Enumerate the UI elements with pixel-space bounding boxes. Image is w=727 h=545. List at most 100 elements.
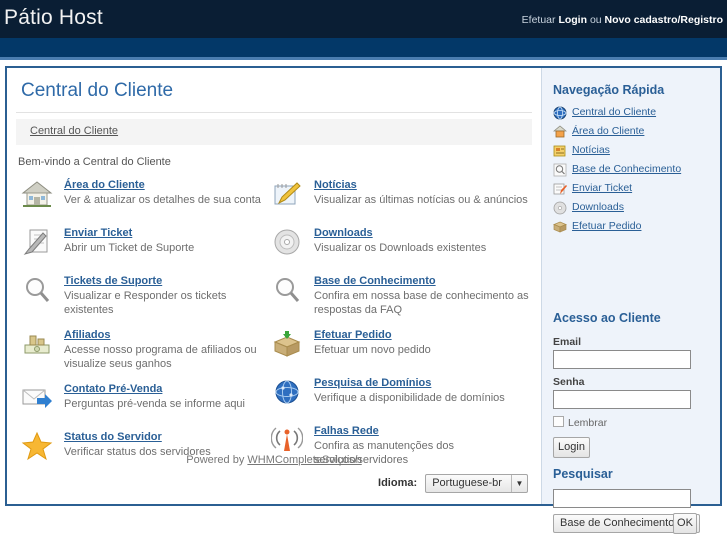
language-select-value: Portuguese-br — [432, 477, 502, 489]
top-header-bar: Pátio Host Efetuar Login ou Novo cadastr… — [0, 0, 727, 38]
sidebar: Navegação Rápida Central do Cliente Área… — [541, 68, 720, 534]
list-item-title[interactable]: Afiliados — [64, 328, 271, 342]
password-field[interactable] — [553, 390, 691, 409]
list-item-desc: Visualizar e Responder os tickets existe… — [64, 290, 227, 316]
globe-icon — [271, 377, 305, 409]
breadcrumb-item-home[interactable]: Central do Cliente — [30, 125, 118, 137]
sidebar-item-efetuar-pedido[interactable]: Efetuar Pedido — [553, 218, 713, 237]
sidebar-item-label[interactable]: Efetuar Pedido — [572, 220, 641, 232]
page-title: Central do Cliente — [21, 80, 174, 101]
list-item[interactable]: Contato Pré-Venda Perguntas pré-venda se… — [21, 382, 271, 419]
password-label: Senha — [553, 376, 585, 388]
pencil-paper-icon — [21, 227, 55, 259]
service-list-left: Área do Cliente Ver & atualizar os detal… — [21, 178, 271, 478]
language-label: Idioma: — [378, 477, 418, 490]
site-brand: Pátio Host — [4, 6, 103, 29]
list-item-desc: Acesse nosso programa de afiliados ou vi… — [64, 344, 257, 370]
auth-prefix-label: Efetuar — [521, 14, 556, 26]
list-item-title[interactable]: Notícias — [314, 178, 529, 192]
sidebar-item-label[interactable]: Enviar Ticket — [572, 182, 632, 194]
disc-icon — [271, 227, 305, 259]
remember-me-row[interactable]: Lembrar — [553, 416, 607, 429]
list-item[interactable]: Notícias Visualizar as últimas notícias … — [271, 178, 529, 215]
whmcs-link[interactable]: WHMCompleteSolution — [247, 454, 361, 466]
list-item-desc: Perguntas pré-venda se informe aqui — [64, 398, 245, 410]
chevron-down-icon: ▼ — [511, 475, 527, 492]
breadcrumb: Central do Cliente — [16, 119, 532, 145]
disc-icon — [553, 201, 567, 215]
list-item-desc: Visualizar as últimas notícias ou & anún… — [314, 194, 528, 206]
list-item-title[interactable]: Base de Conhecimento — [314, 274, 529, 288]
box-icon — [553, 220, 567, 234]
list-item-title[interactable]: Tickets de Suporte — [64, 274, 271, 288]
welcome-text: Bem-vindo a Central do Cliente — [18, 156, 171, 168]
house-icon — [552, 125, 568, 139]
language-select[interactable]: Portuguese-br ▼ — [425, 474, 528, 493]
envelope-arrow-icon — [21, 383, 55, 415]
login-button[interactable]: Login — [553, 437, 590, 458]
powered-by-text: Powered by WHMCompleteSolution — [7, 454, 541, 466]
list-item-title[interactable]: Downloads — [314, 226, 529, 240]
list-item-desc: Confira em nossa base de conhecimento as… — [314, 290, 529, 316]
money-icon — [21, 329, 55, 361]
sidebar-item-enviar-ticket[interactable]: Enviar Ticket — [553, 180, 713, 199]
magnifier-icon — [553, 163, 567, 177]
sidebar-item-central-do-cliente[interactable]: Central do Cliente — [553, 104, 713, 123]
search-ok-button[interactable]: OK — [673, 513, 697, 534]
sidebar-item-label[interactable]: Downloads — [572, 201, 624, 213]
main-frame: Central do Cliente Central do Cliente Be… — [5, 66, 722, 534]
sidebar-nav-list: Central do Cliente Área do Cliente Notíc… — [552, 104, 713, 237]
sidebar-item-area-do-cliente[interactable]: Área do Cliente — [552, 123, 713, 142]
sidebar-nav-title: Navegação Rápida — [553, 83, 665, 97]
list-item[interactable]: Pesquisa de Domínios Verifique a disponi… — [271, 376, 529, 413]
login-link[interactable]: Login — [558, 14, 587, 26]
list-item-title[interactable]: Contato Pré-Venda — [64, 382, 271, 396]
box-icon — [271, 329, 305, 361]
search-scope-value: Base de Conhecimento — [560, 517, 675, 529]
email-label: Email — [553, 336, 582, 348]
list-item-title[interactable]: Falhas Rede — [314, 424, 529, 438]
sidebar-item-label[interactable]: Central do Cliente — [572, 106, 656, 118]
list-item[interactable]: Área do Cliente Ver & atualizar os detal… — [21, 178, 271, 215]
sidebar-item-base-de-conhecimento[interactable]: Base de Conhecimento — [553, 161, 713, 180]
language-selector-row: Idioma: Portuguese-br ▼ — [378, 474, 528, 493]
sidebar-item-label[interactable]: Notícias — [572, 144, 610, 156]
nav-band — [0, 38, 727, 60]
service-list-right: Notícias Visualizar as últimas notícias … — [271, 178, 529, 478]
news-icon — [553, 144, 567, 158]
list-item-desc: Efetuar um novo pedido — [314, 344, 431, 356]
globe-icon — [553, 106, 567, 120]
magnifier-icon — [271, 275, 305, 307]
client-login-title: Acesso ao Cliente — [553, 311, 661, 325]
search-input[interactable] — [553, 489, 691, 508]
title-divider — [16, 112, 532, 113]
notepad-pencil-icon — [271, 179, 305, 211]
remember-checkbox[interactable] — [553, 416, 564, 427]
register-link[interactable]: Novo cadastro/Registro — [605, 14, 723, 26]
list-item[interactable]: Base de Conhecimento Confira em nossa ba… — [271, 274, 529, 317]
list-item-desc: Ver & atualizar os detalhes de sua conta — [64, 194, 261, 206]
list-item[interactable]: Afiliados Acesse nosso programa de afili… — [21, 328, 271, 371]
house-icon — [21, 179, 55, 211]
email-field[interactable] — [553, 350, 691, 369]
ticket-icon — [553, 182, 567, 196]
list-item-title[interactable]: Área do Cliente — [64, 178, 271, 192]
sidebar-item-label[interactable]: Área do Cliente — [572, 125, 644, 137]
list-item[interactable]: Tickets de Suporte Visualizar e Responde… — [21, 274, 271, 317]
magnifier-icon — [21, 275, 55, 307]
sidebar-item-label[interactable]: Base de Conhecimento — [572, 163, 681, 175]
list-item[interactable]: Efetuar Pedido Efetuar um novo pedido — [271, 328, 529, 365]
list-item-title[interactable]: Efetuar Pedido — [314, 328, 529, 342]
list-item[interactable]: Downloads Visualizar os Downloads existe… — [271, 226, 529, 263]
list-item-desc: Verifique a disponibilidade de domínios — [314, 392, 505, 404]
search-title: Pesquisar — [553, 467, 613, 481]
sidebar-item-downloads[interactable]: Downloads — [553, 199, 713, 218]
auth-separator-label: ou — [589, 14, 602, 26]
content-area: Central do Cliente Central do Cliente Be… — [7, 68, 541, 504]
list-item-title[interactable]: Pesquisa de Domínios — [314, 376, 529, 390]
list-item[interactable]: Enviar Ticket Abrir um Ticket de Suporte — [21, 226, 271, 263]
sidebar-item-noticias[interactable]: Notícias — [553, 142, 713, 161]
list-item-title[interactable]: Enviar Ticket — [64, 226, 271, 240]
auth-links: Efetuar Login ou Novo cadastro/Registro — [522, 14, 723, 26]
list-item-title[interactable]: Status do Servidor — [64, 430, 271, 444]
